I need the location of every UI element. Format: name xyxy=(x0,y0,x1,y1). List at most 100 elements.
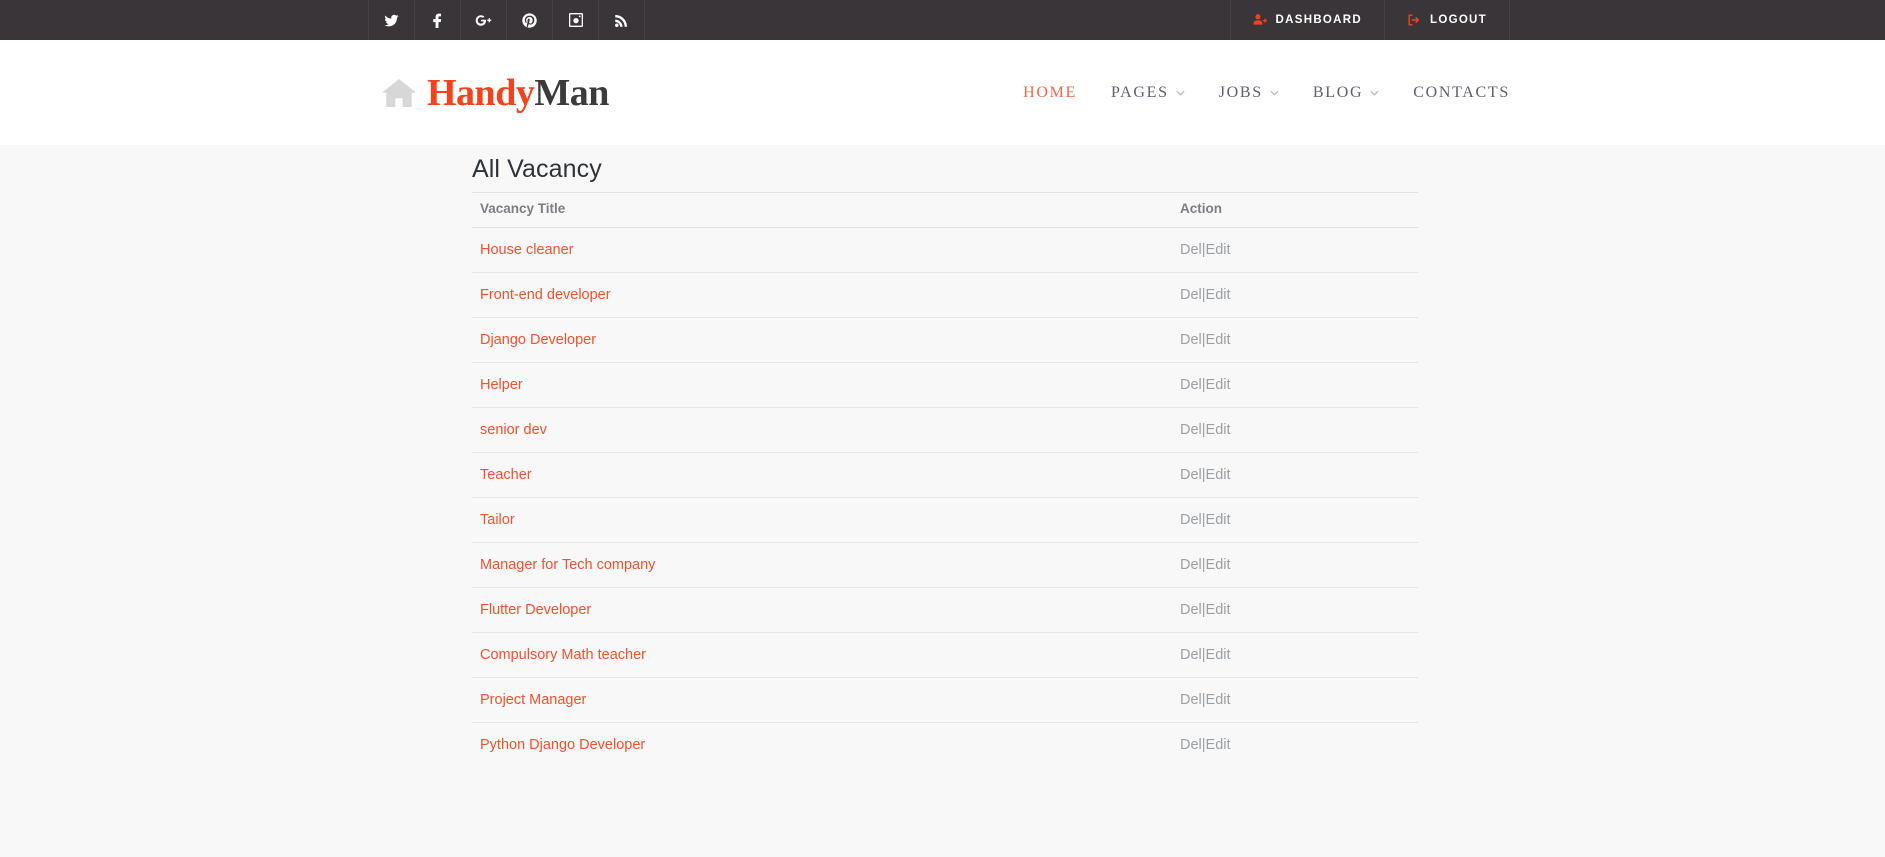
account-links: DASHBOARD LOGOUT xyxy=(1229,0,1510,40)
action-cell: Del|Edit xyxy=(1172,227,1418,273)
nav-item-blog[interactable]: BLOG xyxy=(1313,84,1379,102)
vacancy-title-cell: House cleaner xyxy=(472,227,1172,273)
social-links xyxy=(368,0,645,40)
table-row: Project Manager Del|Edit xyxy=(472,677,1418,723)
vacancy-title-cell: Project Manager xyxy=(472,677,1172,723)
delete-vacancy-link[interactable]: Del xyxy=(1180,737,1202,753)
logo-text-secondary: Man xyxy=(534,71,609,114)
delete-vacancy-link[interactable]: Del xyxy=(1180,512,1202,528)
table-row: Manager for Tech company Del|Edit xyxy=(472,542,1418,588)
table-row: Python Django Developer Del|Edit xyxy=(472,723,1418,768)
vacancy-table: Vacancy Title Action House cleaner Del|Ed… xyxy=(472,192,1418,767)
facebook-icon[interactable] xyxy=(415,0,461,40)
google-plus-icon[interactable] xyxy=(461,0,507,40)
vacancy-title-cell: Django Developer xyxy=(472,317,1172,363)
vacancy-title-link[interactable]: senior dev xyxy=(480,422,547,438)
vacancy-title-link[interactable]: Compulsory Math teacher xyxy=(480,647,646,663)
delete-vacancy-link[interactable]: Del xyxy=(1180,647,1202,663)
delete-vacancy-link[interactable]: Del xyxy=(1180,287,1202,303)
dashboard-button[interactable]: DASHBOARD xyxy=(1229,0,1384,40)
nav-item-home[interactable]: HOME xyxy=(1023,84,1077,102)
vacancy-title-link[interactable]: Python Django Developer xyxy=(480,737,645,753)
delete-vacancy-link[interactable]: Del xyxy=(1180,332,1202,348)
nav-item-jobs[interactable]: JOBS xyxy=(1219,84,1279,102)
delete-vacancy-link[interactable]: Del xyxy=(1180,692,1202,708)
vacancy-title-cell: senior dev xyxy=(472,407,1172,453)
vacancy-title-cell: Compulsory Math teacher xyxy=(472,632,1172,678)
edit-vacancy-link[interactable]: Edit xyxy=(1206,647,1231,663)
action-cell: Del|Edit xyxy=(1172,362,1418,408)
edit-vacancy-link[interactable]: Edit xyxy=(1206,467,1231,483)
home-icon xyxy=(382,78,416,108)
pinterest-icon[interactable] xyxy=(507,0,553,40)
column-header-vacancy-title: Vacancy Title xyxy=(472,192,1172,228)
table-row: Teacher Del|Edit xyxy=(472,452,1418,498)
delete-vacancy-link[interactable]: Del xyxy=(1180,467,1202,483)
edit-vacancy-link[interactable]: Edit xyxy=(1206,692,1231,708)
site-logo[interactable]: HandyMan xyxy=(382,74,609,112)
table-row: senior dev Del|Edit xyxy=(472,407,1418,453)
logo-text: HandyMan xyxy=(427,74,609,112)
action-cell: Del|Edit xyxy=(1172,587,1418,633)
vacancy-title-cell: Teacher xyxy=(472,452,1172,498)
delete-vacancy-link[interactable]: Del xyxy=(1180,377,1202,393)
table-row: Helper Del|Edit xyxy=(472,362,1418,408)
table-row: Compulsory Math teacher Del|Edit xyxy=(472,632,1418,678)
vacancy-title-link[interactable]: House cleaner xyxy=(480,242,574,258)
vacancy-title-cell: Front-end developer xyxy=(472,272,1172,318)
instagram-icon[interactable] xyxy=(553,0,599,40)
dashboard-label: DASHBOARD xyxy=(1275,14,1362,26)
main-content: All Vacancy Vacancy Title Action House c… xyxy=(0,145,1885,857)
edit-vacancy-link[interactable]: Edit xyxy=(1206,602,1231,618)
rss-icon[interactable] xyxy=(599,0,645,40)
edit-vacancy-link[interactable]: Edit xyxy=(1206,512,1231,528)
vacancy-title-link[interactable]: Helper xyxy=(480,377,523,393)
vacancy-title-link[interactable]: Teacher xyxy=(480,467,532,483)
edit-vacancy-link[interactable]: Edit xyxy=(1206,557,1231,573)
nav-item-pages[interactable]: PAGES xyxy=(1111,84,1185,102)
twitter-icon[interactable] xyxy=(369,0,415,40)
chevron-down-icon xyxy=(1176,90,1185,96)
logo-text-primary: Handy xyxy=(427,71,535,114)
edit-vacancy-link[interactable]: Edit xyxy=(1206,422,1231,438)
vacancy-title-link[interactable]: Manager for Tech company xyxy=(480,557,655,573)
vacancy-title-link[interactable]: Flutter Developer xyxy=(480,602,591,618)
vacancy-title-link[interactable]: Project Manager xyxy=(480,692,586,708)
site-header: HandyMan HOME PAGES JOBS BLOG CONTACTS xyxy=(0,40,1885,145)
table-header-row: Vacancy Title Action xyxy=(472,192,1418,228)
vacancy-title-cell: Python Django Developer xyxy=(472,723,1172,768)
edit-vacancy-link[interactable]: Edit xyxy=(1206,242,1231,258)
action-cell: Del|Edit xyxy=(1172,452,1418,498)
delete-vacancy-link[interactable]: Del xyxy=(1180,242,1202,258)
vacancy-title-link[interactable]: Django Developer xyxy=(480,332,596,348)
chevron-down-icon xyxy=(1270,90,1279,96)
action-cell: Del|Edit xyxy=(1172,723,1418,768)
nav-item-jobs-label: JOBS xyxy=(1218,83,1263,101)
action-cell: Del|Edit xyxy=(1172,407,1418,453)
main-navigation: HOME PAGES JOBS BLOG CONTACTS xyxy=(1023,84,1510,102)
action-cell: Del|Edit xyxy=(1172,272,1418,318)
table-row: Tailor Del|Edit xyxy=(472,497,1418,543)
delete-vacancy-link[interactable]: Del xyxy=(1180,422,1202,438)
column-header-action: Action xyxy=(1172,192,1418,228)
nav-item-home-label: HOME xyxy=(1023,83,1077,101)
edit-vacancy-link[interactable]: Edit xyxy=(1206,377,1231,393)
edit-vacancy-link[interactable]: Edit xyxy=(1206,332,1231,348)
nav-item-blog-label: BLOG xyxy=(1312,83,1364,101)
edit-vacancy-link[interactable]: Edit xyxy=(1206,287,1231,303)
vacancy-title-link[interactable]: Tailor xyxy=(480,512,515,528)
vacancy-title-cell: Manager for Tech company xyxy=(472,542,1172,588)
top-bar: DASHBOARD LOGOUT xyxy=(0,0,1885,40)
edit-vacancy-link[interactable]: Edit xyxy=(1206,737,1231,753)
vacancy-title-link[interactable]: Front-end developer xyxy=(480,287,611,303)
table-body: House cleaner Del|Edit Front-end developer… xyxy=(472,227,1418,768)
delete-vacancy-link[interactable]: Del xyxy=(1180,602,1202,618)
logout-button[interactable]: LOGOUT xyxy=(1384,0,1509,40)
nav-item-contacts[interactable]: CONTACTS xyxy=(1413,84,1510,102)
logout-label: LOGOUT xyxy=(1430,14,1487,26)
page-title: All Vacancy xyxy=(472,155,602,183)
table-head: Vacancy Title Action xyxy=(472,192,1418,228)
user-plus-icon xyxy=(1253,13,1267,27)
delete-vacancy-link[interactable]: Del xyxy=(1180,557,1202,573)
vacancy-title-cell: Helper xyxy=(472,362,1172,408)
